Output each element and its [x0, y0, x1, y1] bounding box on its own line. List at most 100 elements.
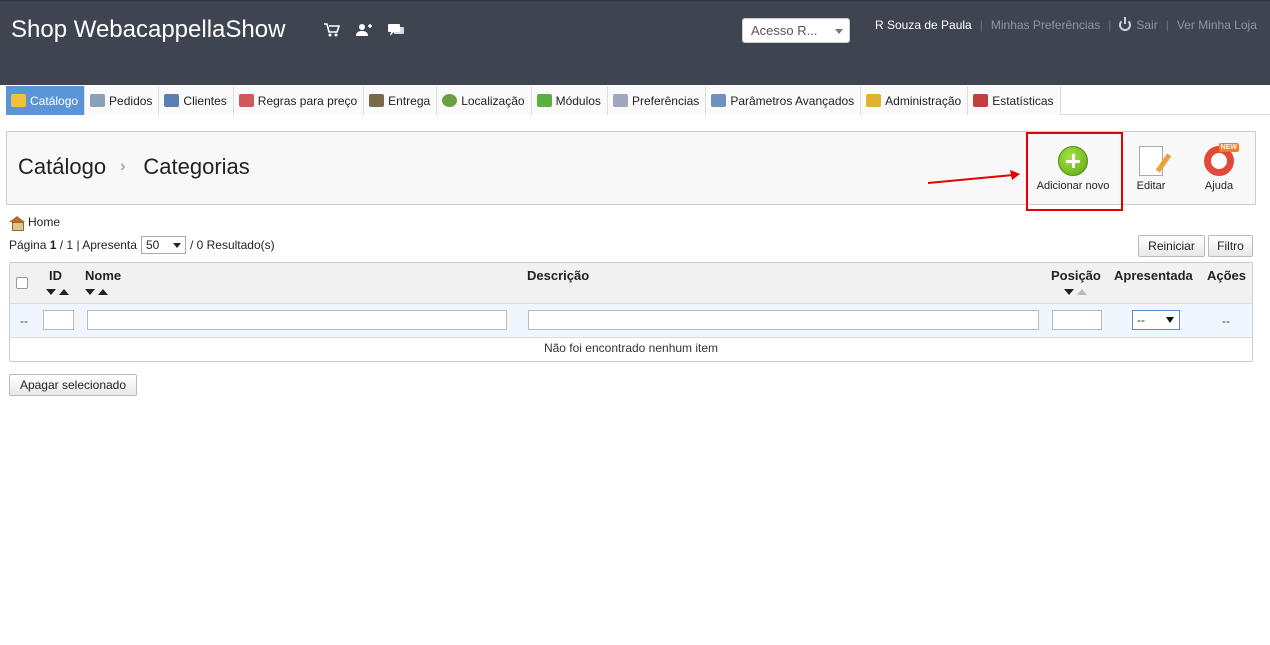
- show-word: | Apresenta: [76, 238, 137, 252]
- tab-label: Administração: [885, 93, 962, 108]
- highlight-box: [1026, 132, 1123, 211]
- tab-catalog[interactable]: Catálogo: [6, 86, 86, 115]
- chevron-down-icon: [1166, 317, 1174, 323]
- lifebuoy-icon: NEW: [1204, 143, 1239, 176]
- filter-button[interactable]: Filtro: [1208, 235, 1253, 257]
- tab-shipping[interactable]: Entrega: [364, 86, 438, 115]
- sort-desc-icon[interactable]: [1064, 289, 1074, 295]
- column-id: ID: [49, 268, 62, 283]
- sort-asc-icon[interactable]: [98, 289, 108, 295]
- name-filter-input[interactable]: [87, 310, 507, 330]
- tab-localization[interactable]: Localização: [437, 86, 532, 115]
- filter-dash: --: [20, 314, 28, 328]
- puzzle-icon: [536, 94, 552, 107]
- breadcrumb-section[interactable]: Catálogo: [18, 154, 106, 180]
- customers-icon[interactable]: [354, 20, 374, 40]
- description-filter-input[interactable]: [528, 310, 1039, 330]
- bar-chart-icon: [973, 94, 989, 107]
- position-filter-input[interactable]: [1052, 310, 1102, 330]
- chevron-right-icon: ›: [120, 158, 126, 175]
- cart-icon[interactable]: [322, 20, 342, 40]
- home-breadcrumb[interactable]: Home: [9, 215, 60, 231]
- actions-filter-dash: --: [1222, 314, 1230, 328]
- page-title: Catálogo › Categorias: [18, 154, 250, 180]
- tab-label: Clientes: [183, 93, 227, 108]
- total-pages: / 1: [59, 238, 74, 252]
- sort-asc-icon[interactable]: [1077, 289, 1087, 295]
- price-tag-icon: [238, 94, 254, 107]
- view-store-link[interactable]: Ver Minha Loja: [1177, 18, 1257, 32]
- column-description: Descrição: [527, 268, 590, 283]
- per-page-select[interactable]: 50: [140, 236, 186, 254]
- tab-price-rules[interactable]: Regras para preço: [233, 86, 365, 115]
- edit-label: Editar: [1136, 180, 1166, 192]
- per-page-value: 50: [145, 238, 160, 252]
- tab-orders[interactable]: Pedidos: [85, 86, 160, 115]
- tab-preferences[interactable]: Preferências: [607, 86, 707, 115]
- sort-desc-icon[interactable]: [85, 289, 95, 295]
- logout-link[interactable]: Sair: [1136, 18, 1157, 32]
- help-label: Ajuda: [1204, 180, 1234, 192]
- sort-desc-icon[interactable]: [46, 289, 56, 295]
- column-displayed: Apresentada: [1114, 268, 1193, 283]
- divider: |: [1165, 18, 1169, 32]
- tab-label: Preferências: [631, 93, 700, 108]
- cart-icon: [90, 94, 106, 107]
- new-badge: NEW: [1218, 143, 1239, 152]
- tab-advanced-parameters[interactable]: Parâmetros Avançados: [706, 86, 862, 115]
- messages-icon[interactable]: [386, 20, 406, 40]
- results-count: / 0 Resultado(s): [189, 238, 275, 252]
- help-button[interactable]: NEW Ajuda: [1199, 143, 1239, 192]
- chevron-down-icon: [172, 243, 181, 248]
- pagination-info: Página 1 / 1 | Apresenta 50 / 0 Resultad…: [9, 236, 275, 254]
- edit-icon: [1139, 146, 1163, 176]
- displayed-filter-value: --: [1137, 313, 1145, 327]
- divider: |: [1108, 18, 1112, 32]
- table-header: ID Nome Descrição Posição Apresentada Aç…: [10, 263, 1252, 304]
- sort-asc-icon[interactable]: [59, 289, 69, 295]
- home-icon: [9, 215, 25, 231]
- filter-row: -- -- --: [10, 304, 1252, 338]
- tab-administration[interactable]: Administração: [861, 86, 969, 115]
- tab-statistics[interactable]: Estatísticas: [968, 86, 1061, 115]
- tab-label: Parâmetros Avançados: [730, 93, 855, 108]
- tab-label: Catálogo: [30, 93, 79, 108]
- select-all-checkbox[interactable]: [16, 277, 28, 289]
- globe-icon: [442, 94, 458, 107]
- name-sort: [85, 289, 108, 295]
- user-links: R Souza de Paula | Minhas Preferências |…: [875, 17, 1257, 32]
- tab-label: Localização: [461, 93, 525, 108]
- delete-selected-button[interactable]: Apagar selecionado: [9, 374, 137, 396]
- power-icon: [1119, 17, 1132, 31]
- column-actions: Ações: [1207, 268, 1247, 283]
- main-menu-tabs: Catálogo Pedidos Clientes Regras para pr…: [6, 86, 1270, 115]
- user-name[interactable]: R Souza de Paula: [875, 18, 972, 32]
- current-page: 1: [49, 238, 57, 252]
- truck-icon: [369, 94, 385, 107]
- shop-title[interactable]: Shop WebacappellaShow: [11, 16, 285, 44]
- id-sort: [46, 289, 69, 295]
- position-sort: [1064, 289, 1087, 295]
- column-name: Nome: [85, 268, 122, 283]
- user-icon: [164, 94, 180, 107]
- categories-table: ID Nome Descrição Posição Apresentada Aç…: [9, 262, 1253, 362]
- divider: |: [979, 18, 983, 32]
- tab-customers[interactable]: Clientes: [159, 86, 234, 115]
- quick-access-select[interactable]: Acesso R...: [742, 18, 850, 43]
- tab-label: Entrega: [388, 93, 431, 108]
- breadcrumb-page: Categorias: [143, 154, 250, 179]
- tab-label: Pedidos: [109, 93, 153, 108]
- reset-button[interactable]: Reiniciar: [1138, 235, 1205, 257]
- tab-label: Regras para preço: [257, 93, 358, 108]
- id-filter-input[interactable]: [43, 310, 74, 330]
- displayed-filter-select[interactable]: --: [1132, 310, 1180, 330]
- my-preferences-link[interactable]: Minhas Preferências: [991, 18, 1100, 32]
- top-header: Shop WebacappellaShow Acesso R... R Souz…: [0, 0, 1270, 85]
- home-link[interactable]: Home: [28, 215, 60, 229]
- page-word: Página: [9, 238, 47, 252]
- tab-label: Estatísticas: [992, 93, 1054, 108]
- wrench-icon: [711, 94, 727, 107]
- tab-modules[interactable]: Módulos: [531, 86, 608, 115]
- tab-label: Módulos: [555, 93, 601, 108]
- edit-button[interactable]: Editar: [1131, 146, 1171, 192]
